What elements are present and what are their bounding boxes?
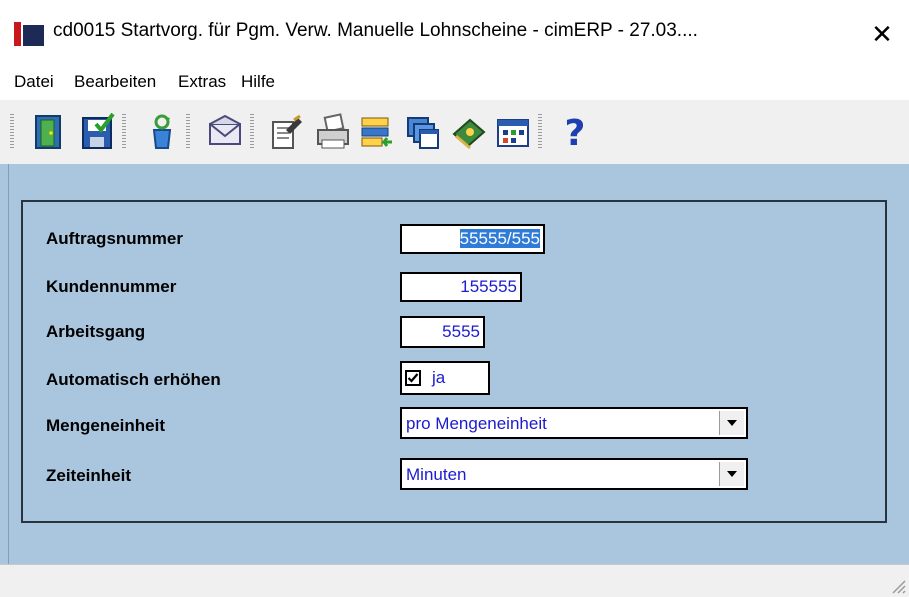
list-transfer-icon[interactable] xyxy=(358,112,396,152)
menu-bar: Datei Bearbeiten Extras Hilfe xyxy=(0,66,909,100)
help-question-icon[interactable]: ? xyxy=(556,112,594,152)
left-border xyxy=(8,164,9,564)
recycle-icon[interactable] xyxy=(142,112,180,152)
printer-icon[interactable] xyxy=(314,112,352,152)
label-kundennummer: Kundennummer xyxy=(46,277,177,296)
arbeitsgang-value: 5555 xyxy=(442,322,480,341)
kundennummer-input[interactable]: 155555 xyxy=(400,272,522,302)
checkmark-icon xyxy=(407,373,419,383)
menu-bearbeiten[interactable]: Bearbeiten xyxy=(74,72,156,92)
auftragsnummer-value: 55555/555 xyxy=(459,229,540,248)
menu-datei[interactable]: Datei xyxy=(14,72,54,92)
automatisch-erhoehen-checkbox[interactable] xyxy=(405,370,421,386)
label-auftragsnummer: Auftragsnummer xyxy=(46,229,183,248)
automatisch-erhoehen-field: ja xyxy=(400,361,490,395)
exit-door-icon[interactable] xyxy=(30,112,68,152)
svg-text:?: ? xyxy=(565,113,586,152)
toolbar-separator xyxy=(538,114,542,150)
menu-hilfe[interactable]: Hilfe xyxy=(241,72,275,92)
toolbar-separator xyxy=(250,114,254,150)
automatisch-erhoehen-value: ja xyxy=(432,368,446,387)
chevron-down-icon[interactable] xyxy=(719,411,744,435)
mail-envelope-icon[interactable] xyxy=(206,112,244,152)
label-mengeneinheit: Mengeneinheit xyxy=(46,416,166,435)
book-icon[interactable] xyxy=(450,112,488,152)
arbeitsgang-input[interactable]: 5555 xyxy=(400,316,485,348)
auftragsnummer-input[interactable]: 55555/555 xyxy=(400,224,545,254)
app-icon xyxy=(14,22,44,46)
close-button[interactable]: ✕ xyxy=(862,12,902,56)
toolbar-grip xyxy=(10,114,14,150)
label-zeiteinheit: Zeiteinheit xyxy=(46,466,132,485)
chevron-down-icon[interactable] xyxy=(719,462,744,486)
status-bar xyxy=(0,564,909,597)
save-disk-icon[interactable] xyxy=(78,112,116,152)
toolbar-separator xyxy=(186,114,190,150)
window-title: cd0015 Startvorg. für Pgm. Verw. Manuell… xyxy=(53,20,698,41)
kundennummer-value: 155555 xyxy=(460,277,517,296)
zeiteinheit-value: Minuten xyxy=(406,465,467,484)
toolbar-separator xyxy=(122,114,126,150)
windows-stack-icon[interactable] xyxy=(404,112,442,152)
menu-extras[interactable]: Extras xyxy=(178,72,226,92)
calendar-icon[interactable] xyxy=(494,112,532,152)
resize-grip-icon[interactable] xyxy=(887,575,907,595)
toolbar: ? xyxy=(0,100,909,164)
label-automatisch-erhoehen: Automatisch erhöhen xyxy=(46,370,221,389)
title-bar: cd0015 Startvorg. für Pgm. Verw. Manuell… xyxy=(0,0,909,66)
mengeneinheit-value: pro Mengeneinheit xyxy=(406,414,547,433)
mengeneinheit-select[interactable]: pro Mengeneinheit xyxy=(400,407,748,439)
zeiteinheit-select[interactable]: Minuten xyxy=(400,458,748,490)
label-arbeitsgang: Arbeitsgang xyxy=(46,322,146,341)
edit-notes-icon[interactable] xyxy=(268,112,306,152)
